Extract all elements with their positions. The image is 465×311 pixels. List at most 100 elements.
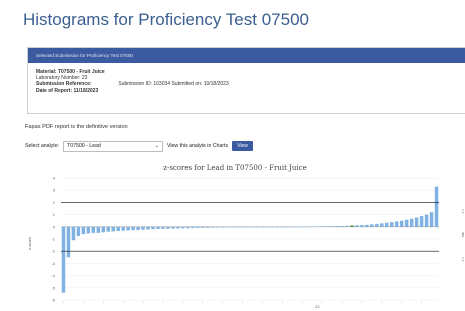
bar bbox=[76, 226, 81, 236]
bar bbox=[96, 226, 101, 233]
bar bbox=[335, 226, 339, 227]
view-in-charts-label: View this analyte in Charts bbox=[167, 143, 229, 149]
bar bbox=[81, 226, 86, 235]
side-marker-3: : bbox=[462, 257, 464, 263]
bar bbox=[245, 226, 250, 228]
bar bbox=[146, 226, 150, 230]
bar bbox=[91, 226, 96, 233]
submission-details: Material: T07500 - Fruit Juice Laborator… bbox=[28, 63, 465, 100]
bar bbox=[414, 217, 419, 227]
bar bbox=[106, 226, 110, 232]
bar bbox=[360, 225, 364, 227]
definitive-version-note: Fapas PDF report is the definitive versi… bbox=[25, 124, 128, 130]
bar bbox=[111, 226, 115, 232]
y-tick-label: 1 bbox=[53, 212, 56, 217]
bar bbox=[171, 226, 175, 229]
y-tick-label: -6 bbox=[51, 298, 55, 303]
side-marker-2: ! bbox=[462, 233, 464, 239]
analyte-select[interactable]: T07500 - Lead ⌄ bbox=[63, 140, 164, 152]
bar bbox=[66, 226, 71, 258]
bar bbox=[151, 226, 155, 230]
bar bbox=[345, 225, 349, 227]
bar bbox=[186, 226, 190, 229]
bar bbox=[394, 221, 399, 227]
y-tick-label: 4 bbox=[53, 176, 56, 181]
bar bbox=[434, 186, 439, 227]
bar bbox=[280, 226, 285, 228]
bar bbox=[181, 226, 185, 229]
y-tick-label: -2 bbox=[51, 249, 55, 254]
bar bbox=[220, 226, 225, 228]
bar bbox=[166, 226, 170, 229]
zscore-chart: z-scores for Lead in T07500 - Fruit Juic… bbox=[27, 164, 439, 309]
bar bbox=[101, 226, 106, 233]
analyte-selector-row: Select analyte: T07500 - Lead ⌄ View thi… bbox=[25, 139, 253, 153]
y-tick-label: 0 bbox=[53, 224, 56, 229]
page-title: Histograms for Proficiency Test 07500 bbox=[23, 10, 309, 29]
bar bbox=[424, 214, 429, 227]
bar bbox=[201, 226, 205, 228]
submission-panel-header: Selected Submission for Proficiency Test… bbox=[28, 48, 465, 63]
bar bbox=[240, 226, 245, 228]
bar bbox=[320, 226, 324, 227]
analyte-select-value: T07500 - Lead bbox=[67, 143, 101, 149]
y-tick-label: 3 bbox=[53, 188, 56, 193]
bar bbox=[86, 226, 91, 234]
bar bbox=[325, 226, 329, 227]
submission-panel: Selected Submission for Proficiency Test… bbox=[27, 47, 465, 114]
submitted-on-text: Submitted on: 10/18/2023 bbox=[171, 81, 229, 88]
bar bbox=[285, 226, 290, 228]
bar bbox=[131, 226, 135, 231]
bar bbox=[385, 222, 389, 227]
bar bbox=[225, 226, 230, 228]
bar bbox=[300, 226, 304, 228]
bar bbox=[295, 226, 299, 228]
chart-title: z-scores for Lead in T07500 - Fruit Juic… bbox=[163, 164, 306, 172]
bar bbox=[310, 226, 314, 228]
page: Histograms for Proficiency Test 07500 Se… bbox=[0, 0, 465, 311]
analyte-label: Select analyte: bbox=[25, 143, 60, 149]
bar bbox=[141, 226, 145, 230]
bar bbox=[61, 226, 66, 293]
bar bbox=[191, 226, 195, 229]
bar bbox=[176, 226, 180, 229]
bar bbox=[404, 219, 409, 227]
y-tick-label: -5 bbox=[51, 285, 55, 290]
y-tick-label: -3 bbox=[51, 261, 55, 266]
bar bbox=[215, 226, 220, 228]
bar bbox=[270, 226, 275, 228]
bar bbox=[205, 226, 210, 228]
bar bbox=[340, 225, 344, 227]
bar bbox=[399, 220, 404, 227]
bar bbox=[121, 226, 125, 231]
y-tick-label: 2 bbox=[53, 200, 56, 205]
bar bbox=[409, 218, 414, 227]
bar bbox=[116, 226, 120, 232]
bar bbox=[375, 223, 379, 227]
bar bbox=[161, 226, 165, 229]
bar bbox=[365, 224, 369, 227]
side-marker-1: : bbox=[462, 209, 464, 215]
y-tick-label: -1 bbox=[51, 237, 55, 242]
bar-lab-23 bbox=[350, 225, 354, 227]
bar bbox=[275, 226, 280, 228]
submission-ref-label: Submission Reference: bbox=[36, 81, 92, 88]
bar bbox=[305, 226, 309, 228]
bar bbox=[355, 225, 359, 227]
submission-id-text: Submission ID: 103034 bbox=[118, 81, 171, 88]
bar bbox=[71, 226, 76, 241]
bar bbox=[390, 222, 394, 227]
bar bbox=[210, 226, 215, 228]
bar bbox=[230, 226, 235, 228]
bar bbox=[380, 223, 384, 227]
bar bbox=[290, 226, 295, 228]
bar bbox=[330, 226, 334, 227]
bar bbox=[156, 226, 160, 229]
view-button[interactable]: View bbox=[232, 141, 253, 151]
bar bbox=[196, 226, 200, 229]
chevron-down-icon: ⌄ bbox=[154, 143, 160, 149]
bar bbox=[370, 224, 374, 227]
bar bbox=[126, 226, 130, 231]
bar bbox=[429, 212, 434, 227]
bar bbox=[235, 226, 240, 228]
